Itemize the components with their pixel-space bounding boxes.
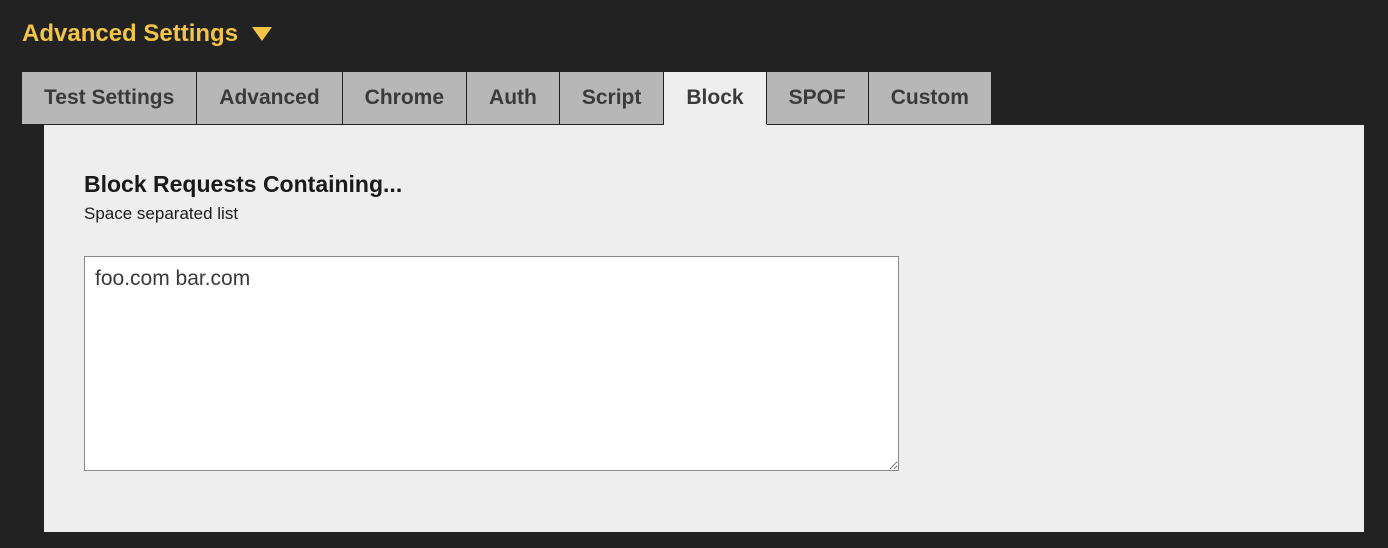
block-section-subtitle: Space separated list xyxy=(84,204,1324,224)
tab-block[interactable]: Block xyxy=(664,72,766,125)
tab-script[interactable]: Script xyxy=(560,72,665,125)
tab-auth[interactable]: Auth xyxy=(467,72,560,125)
tab-chrome[interactable]: Chrome xyxy=(343,72,467,125)
tabs: Test Settings Advanced Chrome Auth Scrip… xyxy=(22,72,1388,125)
page-title: Advanced Settings xyxy=(22,20,238,48)
tab-spof[interactable]: SPOF xyxy=(767,72,869,125)
advanced-settings-header[interactable]: Advanced Settings xyxy=(0,20,1388,72)
tab-test-settings[interactable]: Test Settings xyxy=(22,72,197,125)
tabs-container: Test Settings Advanced Chrome Auth Scrip… xyxy=(0,72,1388,532)
block-panel: Block Requests Containing... Space separ… xyxy=(44,125,1364,532)
block-section-title: Block Requests Containing... xyxy=(84,171,1324,198)
block-list-textarea[interactable] xyxy=(84,256,899,471)
tab-advanced[interactable]: Advanced xyxy=(197,72,342,125)
chevron-down-icon xyxy=(252,27,272,41)
tab-custom[interactable]: Custom xyxy=(869,72,991,125)
